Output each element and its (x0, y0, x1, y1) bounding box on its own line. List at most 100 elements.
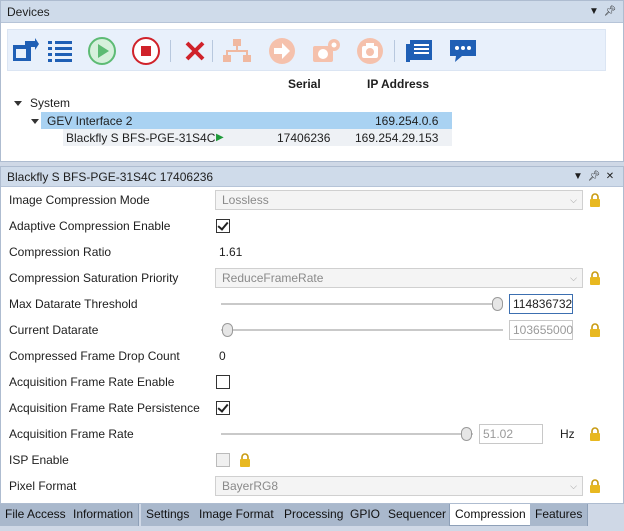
pixel-format-select[interactable]: BayerRG8 ⌵ (215, 476, 583, 496)
adaptive-compression-label: Adaptive Compression Enable (9, 219, 171, 233)
lock-icon (590, 427, 600, 441)
properties-panel: Blackfly S BFS-PGE-31S4C 17406236 ▼ 📌︎ ✕… (0, 166, 624, 504)
current-datarate-input[interactable]: 103655000 (509, 320, 573, 340)
devices-toolbar (7, 29, 606, 71)
disconnect-icon[interactable] (180, 36, 210, 66)
afr-slider-track[interactable] (221, 433, 473, 435)
dropdown-icon[interactable]: ▼ (587, 5, 601, 19)
image-compression-mode-select[interactable]: Lossless ⌵ (215, 190, 583, 210)
row-afr-persistence: Acquisition Frame Rate Persistence (1, 395, 623, 421)
serial-column-header[interactable]: Serial (288, 77, 321, 91)
expand-arrow-icon[interactable] (14, 101, 22, 107)
dropdown-icon[interactable]: ▼ (571, 170, 585, 184)
row-isp-enable: ISP Enable (1, 447, 623, 473)
tab-file-access[interactable]: File Access (0, 504, 72, 526)
interface-name: GEV Interface 2 (47, 114, 133, 128)
max-datarate-label: Max Datarate Threshold (9, 297, 138, 311)
tab-settings[interactable]: Settings (141, 504, 196, 526)
row-image-compression-mode: Image Compression Mode Lossless ⌵ (1, 187, 623, 213)
saturation-priority-value: ReduceFrameRate (222, 271, 324, 285)
row-frame-drop-count: Compressed Frame Drop Count 0 (1, 343, 623, 369)
forward-icon[interactable] (267, 36, 297, 66)
tab-compression[interactable]: Compression (449, 504, 532, 526)
stop-icon[interactable] (131, 36, 161, 66)
row-current-datarate: Current Datarate 103655000 (1, 317, 623, 343)
chevron-down-icon: ⌵ (570, 481, 577, 491)
image-compression-mode-value: Lossless (222, 193, 269, 207)
current-datarate-label: Current Datarate (9, 323, 99, 337)
chat-icon[interactable] (448, 36, 478, 66)
camera-serial: 17406236 (277, 131, 331, 145)
toolbar-divider (170, 40, 171, 62)
current-datarate-slider-thumb[interactable] (222, 323, 233, 337)
adaptive-compression-checkbox[interactable] (216, 219, 230, 233)
lock-icon (590, 271, 600, 285)
afr-input[interactable]: 51.02 (479, 424, 543, 444)
streaming-icon: ▶ (216, 132, 224, 143)
saturation-priority-select[interactable]: ReduceFrameRate ⌵ (215, 268, 583, 288)
tab-features[interactable]: Features (530, 504, 589, 526)
checkmark-icon (217, 219, 229, 231)
pin-icon[interactable]: 📌︎ (587, 170, 601, 184)
row-pixel-format: Pixel Format BayerRG8 ⌵ (1, 473, 623, 499)
toolbar-divider (212, 40, 213, 62)
checkmark-icon (217, 401, 229, 413)
bottom-tab-bar: File Access Information Settings Image F… (0, 504, 624, 531)
camera-settings-icon[interactable] (311, 36, 341, 66)
log-icon[interactable] (404, 36, 434, 66)
row-adaptive-compression: Adaptive Compression Enable (1, 213, 623, 239)
compression-ratio-value: 1.61 (219, 245, 243, 259)
afr-enable-label: Acquisition Frame Rate Enable (9, 375, 175, 389)
row-max-datarate: Max Datarate Threshold 114836732 (1, 291, 623, 317)
close-icon[interactable]: ✕ (603, 170, 617, 184)
camera-ip: 169.254.29.153 (355, 131, 439, 145)
tab-image-format[interactable]: Image Format (194, 504, 280, 526)
max-datarate-input[interactable]: 114836732 (509, 294, 573, 314)
tree-node-interface[interactable]: GEV Interface 2 (31, 113, 132, 129)
max-datarate-slider-thumb[interactable] (492, 297, 503, 311)
toolbar-divider (394, 40, 395, 62)
afr-persistence-label: Acquisition Frame Rate Persistence (9, 401, 200, 415)
tab-gpio[interactable]: GPIO (345, 504, 387, 526)
list-icon[interactable] (45, 36, 75, 66)
afr-slider-thumb[interactable] (461, 427, 472, 441)
image-compression-mode-label: Image Compression Mode (9, 193, 150, 207)
snapshot-icon[interactable] (355, 36, 385, 66)
afr-enable-checkbox[interactable] (216, 375, 230, 389)
expand-arrow-icon[interactable] (31, 119, 39, 125)
lock-icon (240, 453, 250, 467)
row-saturation-priority: Compression Saturation Priority ReduceFr… (1, 265, 623, 291)
chevron-down-icon: ⌵ (570, 195, 577, 205)
chevron-down-icon: ⌵ (570, 273, 577, 283)
row-compression-ratio: Compression Ratio 1.61 (1, 239, 623, 265)
play-icon[interactable] (87, 36, 117, 66)
devices-panel: Devices ▼ 📌︎ Serial IP Address System GE… (0, 0, 624, 162)
interface-ip: 169.254.0.6 (375, 114, 439, 128)
pixel-format-value: BayerRG8 (222, 479, 279, 493)
camera-name: Blackfly S BFS-PGE-31S4C (66, 131, 216, 145)
saturation-priority-label: Compression Saturation Priority (9, 271, 179, 285)
row-afr-enable: Acquisition Frame Rate Enable (1, 369, 623, 395)
tab-information[interactable]: Information (68, 504, 140, 526)
pin-icon[interactable]: 📌︎ (603, 5, 617, 19)
refresh-icon[interactable] (10, 36, 40, 66)
afr-label: Acquisition Frame Rate (9, 427, 134, 441)
afr-unit: Hz (560, 427, 575, 441)
system-label: System (30, 96, 71, 110)
row-afr: Acquisition Frame Rate 51.02 Hz (1, 421, 623, 447)
properties-titlebar: Blackfly S BFS-PGE-31S4C 17406236 ▼ 📌︎ ✕ (1, 167, 623, 187)
lock-icon (590, 323, 600, 337)
current-datarate-slider-track[interactable] (221, 329, 503, 331)
network-icon[interactable] (222, 36, 252, 66)
afr-persistence-checkbox[interactable] (216, 401, 230, 415)
frame-drop-count-value: 0 (219, 349, 226, 363)
lock-icon (590, 479, 600, 493)
tree-node-system[interactable]: System (14, 95, 70, 111)
tab-sequencer[interactable]: Sequencer (383, 504, 453, 526)
max-datarate-slider-track[interactable] (221, 303, 503, 305)
ip-column-header[interactable]: IP Address (367, 77, 429, 91)
tab-processing[interactable]: Processing (279, 504, 350, 526)
properties-title: Blackfly S BFS-PGE-31S4C 17406236 (7, 169, 214, 184)
compression-ratio-label: Compression Ratio (9, 245, 112, 259)
isp-enable-checkbox[interactable] (216, 453, 230, 467)
